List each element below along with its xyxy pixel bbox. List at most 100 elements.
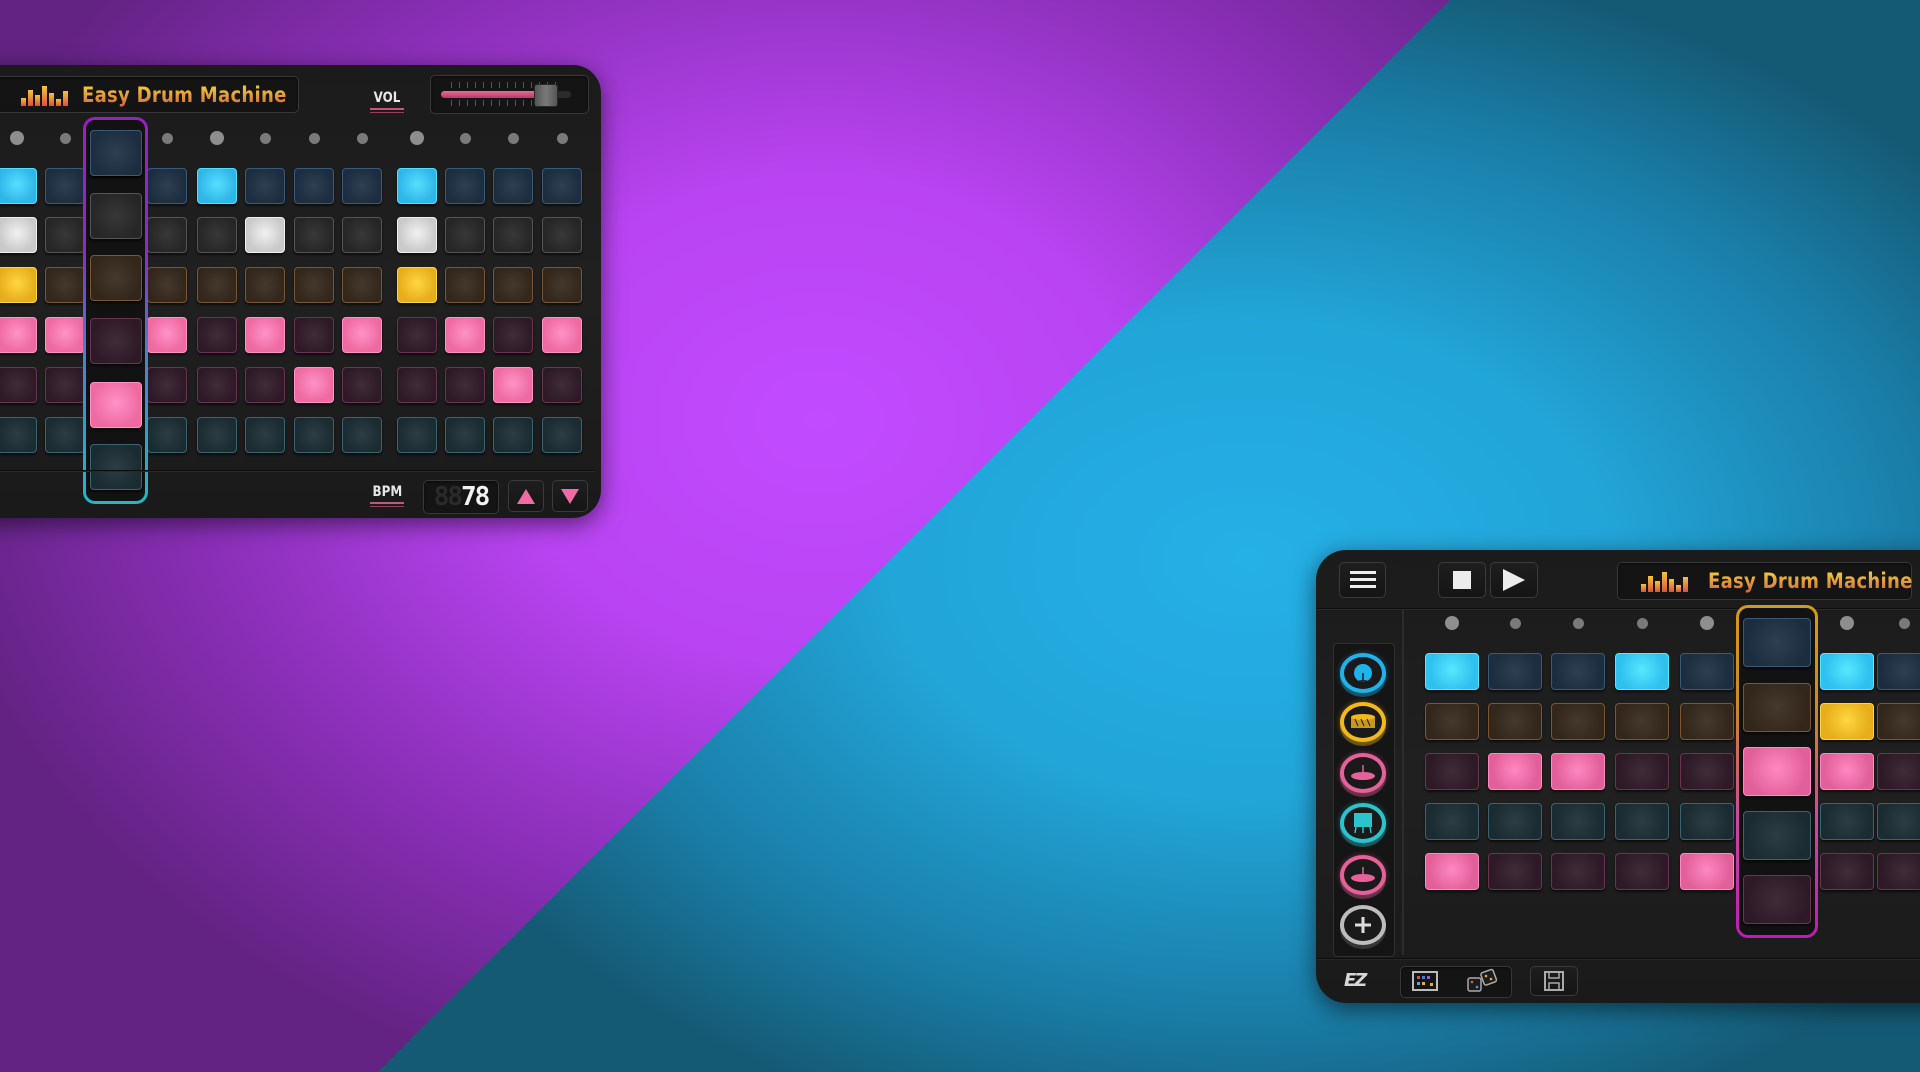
step-pad[interactable] <box>1488 853 1542 890</box>
step-pad-current[interactable] <box>90 255 142 301</box>
step-pad[interactable] <box>1877 803 1920 840</box>
step-pad-current[interactable] <box>90 444 142 490</box>
step-pad[interactable] <box>0 217 37 253</box>
instrument-button-floor-tom[interactable] <box>1340 803 1386 843</box>
step-pad[interactable] <box>542 417 582 453</box>
step-pad[interactable] <box>542 217 582 253</box>
step-pad[interactable] <box>493 267 533 303</box>
step-pad[interactable] <box>1551 653 1605 690</box>
step-pad[interactable] <box>1615 753 1669 790</box>
step-pad[interactable] <box>342 168 382 204</box>
play-button[interactable] <box>1490 562 1538 598</box>
step-pad[interactable] <box>542 367 582 403</box>
step-pad[interactable] <box>294 317 334 353</box>
instrument-button-kick-drum[interactable] <box>1340 653 1386 693</box>
step-pad[interactable] <box>1615 803 1669 840</box>
step-pad[interactable] <box>0 168 37 204</box>
step-pad[interactable] <box>197 168 237 204</box>
step-pad[interactable] <box>342 317 382 353</box>
step-pad-current[interactable] <box>90 382 142 428</box>
add-instrument-button[interactable] <box>1340 905 1386 945</box>
step-pad[interactable] <box>445 168 485 204</box>
step-pad-current[interactable] <box>1743 618 1811 667</box>
step-pad[interactable] <box>245 317 285 353</box>
step-pad[interactable] <box>245 217 285 253</box>
step-pad[interactable] <box>1877 753 1920 790</box>
step-pad-current[interactable] <box>1743 875 1811 924</box>
step-pad[interactable] <box>147 217 187 253</box>
step-pad[interactable] <box>493 168 533 204</box>
step-pad[interactable] <box>147 417 187 453</box>
step-pad[interactable] <box>1551 803 1605 840</box>
step-pad[interactable] <box>397 367 437 403</box>
step-pad[interactable] <box>1551 703 1605 740</box>
step-pad[interactable] <box>197 367 237 403</box>
step-pad[interactable] <box>542 267 582 303</box>
step-pad[interactable] <box>342 417 382 453</box>
step-pad[interactable] <box>1488 653 1542 690</box>
step-pad[interactable] <box>294 168 334 204</box>
step-pad[interactable] <box>397 317 437 353</box>
step-pad[interactable] <box>1488 803 1542 840</box>
step-pad[interactable] <box>342 267 382 303</box>
step-pad[interactable] <box>1425 653 1479 690</box>
step-pad[interactable] <box>245 168 285 204</box>
step-pad[interactable] <box>1488 753 1542 790</box>
step-pad[interactable] <box>0 317 37 353</box>
step-pad[interactable] <box>445 317 485 353</box>
step-pad[interactable] <box>294 417 334 453</box>
step-pad[interactable] <box>445 267 485 303</box>
step-pad[interactable] <box>1425 753 1479 790</box>
save-button[interactable] <box>1530 966 1578 996</box>
step-pad[interactable] <box>1877 703 1920 740</box>
step-pad[interactable] <box>1680 753 1734 790</box>
step-pad[interactable] <box>1820 753 1874 790</box>
step-pad[interactable] <box>45 217 85 253</box>
step-pad[interactable] <box>493 367 533 403</box>
step-pad[interactable] <box>1820 803 1874 840</box>
randomize-button[interactable] <box>1466 968 1500 994</box>
instrument-button-crash[interactable] <box>1340 855 1386 895</box>
step-pad[interactable] <box>1551 853 1605 890</box>
step-pad[interactable] <box>45 317 85 353</box>
step-pad-current[interactable] <box>90 130 142 176</box>
step-pad[interactable] <box>1425 703 1479 740</box>
step-pad[interactable] <box>1877 653 1920 690</box>
step-pad[interactable] <box>245 417 285 453</box>
step-pad[interactable] <box>1680 803 1734 840</box>
step-pad-current[interactable] <box>1743 811 1811 860</box>
step-pad[interactable] <box>1615 653 1669 690</box>
step-pad[interactable] <box>294 217 334 253</box>
step-pad[interactable] <box>147 168 187 204</box>
step-pad[interactable] <box>294 367 334 403</box>
step-pad[interactable] <box>397 267 437 303</box>
step-pad[interactable] <box>45 367 85 403</box>
pattern-button[interactable] <box>1412 971 1438 991</box>
step-pad[interactable] <box>245 367 285 403</box>
step-pad[interactable] <box>542 168 582 204</box>
step-pad[interactable] <box>542 317 582 353</box>
step-pad[interactable] <box>1425 853 1479 890</box>
bpm-down-button[interactable] <box>552 480 588 512</box>
step-pad[interactable] <box>1877 853 1920 890</box>
step-pad[interactable] <box>1820 703 1874 740</box>
step-pad[interactable] <box>1820 653 1874 690</box>
step-pad[interactable] <box>493 317 533 353</box>
step-pad[interactable] <box>397 417 437 453</box>
step-pad[interactable] <box>1425 803 1479 840</box>
step-pad[interactable] <box>342 367 382 403</box>
step-pad[interactable] <box>147 367 187 403</box>
step-pad[interactable] <box>0 367 37 403</box>
instrument-button-snare-drum[interactable] <box>1340 702 1386 742</box>
instrument-button-hi-hat[interactable] <box>1340 753 1386 793</box>
step-pad-current[interactable] <box>1743 683 1811 732</box>
step-pad[interactable] <box>147 267 187 303</box>
step-pad[interactable] <box>397 217 437 253</box>
step-pad[interactable] <box>1680 653 1734 690</box>
step-pad-current[interactable] <box>90 193 142 239</box>
step-pad[interactable] <box>197 317 237 353</box>
step-pad[interactable] <box>45 168 85 204</box>
step-pad[interactable] <box>1615 703 1669 740</box>
step-pad[interactable] <box>1551 753 1605 790</box>
slider-knob[interactable] <box>534 84 558 107</box>
